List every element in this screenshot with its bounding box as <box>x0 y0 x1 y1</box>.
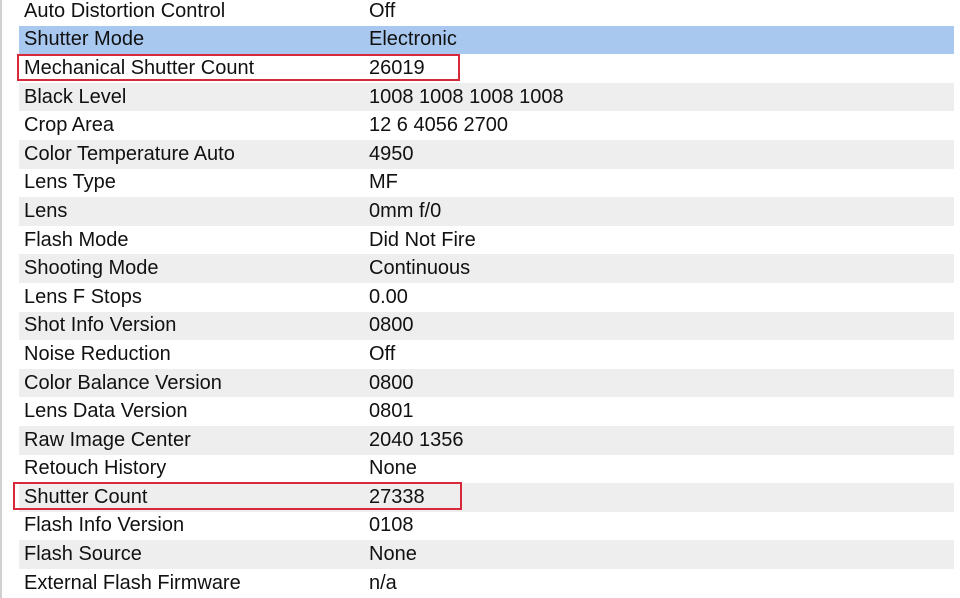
tag-name-cell: Shutter Count <box>24 485 148 508</box>
tag-name-cell: Shooting Mode <box>24 257 159 280</box>
tag-name-cell: External Flash Firmware <box>24 571 241 594</box>
table-row[interactable]: Shot Info Version 0800 <box>19 311 954 341</box>
table-row[interactable]: Crop Area 12 6 4056 2700 <box>19 111 954 140</box>
tag-value-cell: 27338 <box>369 485 425 508</box>
tag-value-cell: Off <box>369 0 396 22</box>
tag-name-cell: Mechanical Shutter Count <box>24 56 255 79</box>
tag-value-cell: None <box>369 457 417 480</box>
table-row[interactable]: Shooting Mode Continuous <box>19 254 954 283</box>
table-row[interactable]: Retouch History None <box>19 455 954 484</box>
table-row[interactable]: External Flash Firmware n/a <box>19 569 954 598</box>
tag-value-cell: 0mm f/0 <box>369 199 442 222</box>
tag-value-cell: 0800 <box>369 371 414 394</box>
tag-value-cell: 0800 <box>369 314 414 337</box>
tag-name-cell: Flash Source <box>24 543 142 566</box>
window-left-border <box>0 0 2 598</box>
tag-value-cell: n/a <box>369 571 397 594</box>
tag-name-cell: Crop Area <box>24 114 115 137</box>
metadata-table: Auto Distortion Control Off Shutter Mode El… <box>19 0 954 597</box>
tag-name-cell: Shutter Mode <box>24 28 145 51</box>
tag-name-cell: Color Temperature Auto <box>24 142 235 165</box>
tag-value-cell: 2040 1356 <box>369 428 464 451</box>
table-row[interactable]: Shutter Count 27338 <box>19 483 954 512</box>
tag-value-cell: MF <box>369 171 398 194</box>
tag-name-cell: Retouch History <box>24 457 167 480</box>
tag-name-cell: Color Balance Version <box>24 371 222 394</box>
tag-name-cell: Black Level <box>24 85 127 108</box>
tag-value-cell: 4950 <box>369 142 414 165</box>
table-row[interactable]: Lens Data Version 0801 <box>19 397 954 426</box>
tag-name-cell: Noise Reduction <box>24 342 171 365</box>
table-row[interactable]: Lens 0mm f/0 <box>19 197 954 226</box>
table-row[interactable]: Flash Source None <box>19 540 954 569</box>
tag-value-cell: 0801 <box>369 400 414 423</box>
tag-name-cell: Lens <box>24 199 68 222</box>
tag-name-cell: Lens F Stops <box>24 285 142 308</box>
tag-name-cell: Raw Image Center <box>24 428 191 451</box>
tag-name-cell: Auto Distortion Control <box>24 0 226 22</box>
tag-name-cell: Flash Info Version <box>24 514 185 537</box>
table-row[interactable]: Lens F Stops 0.00 <box>19 283 954 312</box>
tag-value-cell: 26019 <box>369 56 425 79</box>
tag-value-cell: Electronic <box>369 28 457 51</box>
table-row[interactable]: Black Level 1008 1008 1008 1008 <box>19 82 954 112</box>
tag-value-cell: 0108 <box>369 514 414 537</box>
table-row[interactable]: Color Temperature Auto 4950 <box>19 139 954 169</box>
tag-name-cell: Lens Type <box>24 171 116 194</box>
table-row-selected[interactable]: Shutter Mode Electronic <box>19 25 954 55</box>
table-row[interactable]: Flash Mode Did Not Fire <box>19 226 954 255</box>
tag-value-cell: 12 6 4056 2700 <box>369 114 509 137</box>
table-row[interactable]: Auto Distortion Control Off <box>19 0 954 26</box>
tag-value-cell: 0.00 <box>369 285 408 308</box>
table-row[interactable]: Lens Type MF <box>19 169 954 198</box>
table-row[interactable]: Mechanical Shutter Count 26019 <box>19 54 954 83</box>
table-row[interactable]: Flash Info Version 0108 <box>19 512 954 541</box>
tag-value-cell: Off <box>369 342 396 365</box>
tag-name-cell: Lens Data Version <box>24 400 188 423</box>
tag-value-cell: Did Not Fire <box>369 228 476 251</box>
tag-name-cell: Flash Mode <box>24 228 129 251</box>
tag-value-cell: Continuous <box>369 257 471 280</box>
tag-value-cell: None <box>369 543 417 566</box>
tag-name-cell: Shot Info Version <box>24 314 177 337</box>
table-row[interactable]: Raw Image Center 2040 1356 <box>19 425 954 455</box>
table-row[interactable]: Noise Reduction Off <box>19 340 954 369</box>
tag-value-cell: 1008 1008 1008 1008 <box>369 85 564 108</box>
table-row[interactable]: Color Balance Version 0800 <box>19 368 954 398</box>
